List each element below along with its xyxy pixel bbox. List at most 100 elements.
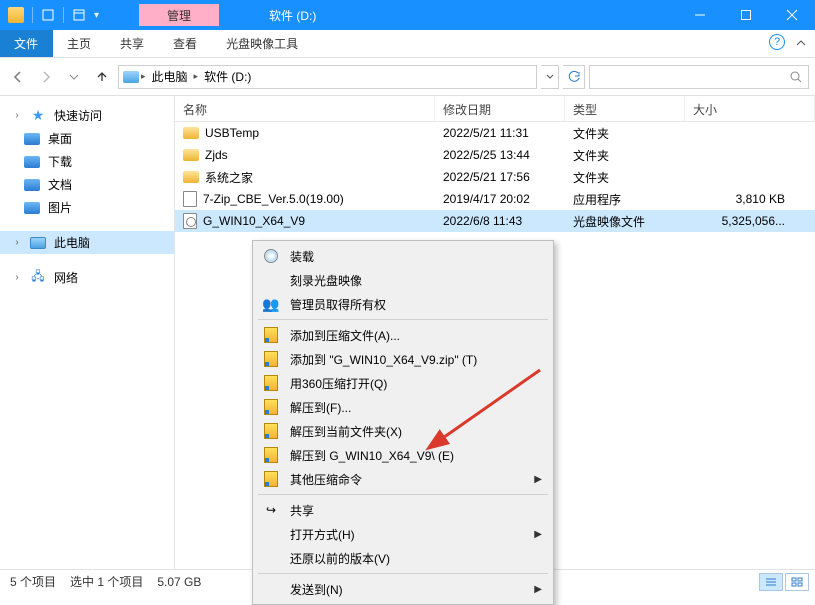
sidebar-item-desktop[interactable]: 桌面 [0, 127, 174, 150]
archive-icon [264, 327, 278, 343]
file-name: G_WIN10_X64_V9 [203, 214, 305, 228]
sidebar-network[interactable]: › 🖧 网络 [0, 266, 174, 289]
status-selection-size: 5.07 GB [157, 575, 201, 589]
contextual-tab-label: 管理 [139, 4, 219, 26]
nav-up-button[interactable] [90, 65, 114, 89]
network-icon: 🖧 [30, 270, 46, 286]
help-icon[interactable]: ? [769, 34, 785, 50]
sidebar-item-label: 文档 [48, 176, 72, 193]
file-row[interactable]: G_WIN10_X64_V92022/6/8 11:43光盘映像文件5,325,… [175, 210, 815, 232]
file-type: 文件夹 [565, 125, 685, 142]
folder-icon [24, 133, 40, 145]
chevron-right-icon: ▶ [534, 529, 542, 540]
breadcrumb-drive[interactable]: 软件 (D:) [200, 68, 255, 85]
menu-item-extract-here[interactable]: 解压到当前文件夹(X) [256, 419, 550, 443]
breadcrumb-this-pc[interactable]: 此电脑 [148, 68, 192, 85]
address-bar: ▸ 此电脑 ▸ 软件 (D:) [0, 58, 815, 96]
menu-item-restore-versions[interactable]: 还原以前的版本(V) [256, 546, 550, 570]
search-input[interactable] [589, 65, 809, 89]
chevron-right-icon[interactable]: › [12, 237, 22, 248]
menu-item-add-to-archive[interactable]: 添加到压缩文件(A)... [256, 323, 550, 347]
menu-item-extract-to-folder[interactable]: 解压到 G_WIN10_X64_V9\ (E) [256, 443, 550, 467]
nav-forward-button[interactable] [34, 65, 58, 89]
archive-icon [264, 423, 278, 439]
column-size[interactable]: 大小 [685, 96, 815, 121]
ribbon-collapse-icon[interactable] [795, 37, 807, 52]
menu-item-open-with[interactable]: 打开方式(H)▶ [256, 522, 550, 546]
sidebar-item-label: 下载 [48, 153, 72, 170]
tab-file[interactable]: 文件 [0, 30, 53, 57]
file-type: 应用程序 [565, 191, 685, 208]
chevron-right-icon[interactable]: ▸ [194, 71, 199, 82]
nav-back-button[interactable] [6, 65, 30, 89]
qat-dropdown-icon[interactable]: ▾ [94, 10, 99, 21]
refresh-button[interactable] [563, 65, 585, 89]
file-date: 2022/6/8 11:43 [435, 214, 565, 228]
breadcrumb[interactable]: ▸ 此电脑 ▸ 软件 (D:) [118, 65, 537, 89]
sidebar-item-documents[interactable]: 文档 [0, 173, 174, 196]
file-row[interactable]: Zjds2022/5/25 13:44文件夹 [175, 144, 815, 166]
computer-icon [30, 237, 46, 249]
view-thumbnails-button[interactable] [785, 573, 809, 591]
star-icon: ★ [30, 108, 46, 124]
file-size: 5,325,056... [685, 214, 815, 228]
archive-icon [264, 447, 278, 463]
column-date[interactable]: 修改日期 [435, 96, 565, 121]
file-date: 2022/5/21 11:31 [435, 126, 565, 140]
context-menu: 装载 刻录光盘映像 👥管理员取得所有权 添加到压缩文件(A)... 添加到 "G… [252, 240, 554, 605]
menu-item-more-archive[interactable]: 其他压缩命令▶ [256, 467, 550, 491]
menu-item-mount[interactable]: 装载 [256, 244, 550, 268]
folder-icon [24, 156, 40, 168]
archive-icon [264, 375, 278, 391]
menu-separator [258, 319, 548, 320]
menu-item-send-to[interactable]: 发送到(N)▶ [256, 577, 550, 601]
archive-icon [264, 399, 278, 415]
sidebar-quick-access[interactable]: › ★ 快速访问 [0, 104, 174, 127]
sidebar-item-label: 图片 [48, 199, 72, 216]
titlebar: ▾ 管理 软件 (D:) [0, 0, 815, 30]
menu-item-extract-to[interactable]: 解压到(F)... [256, 395, 550, 419]
sidebar-this-pc[interactable]: › 此电脑 [0, 231, 174, 254]
file-icon [183, 149, 199, 161]
file-type: 文件夹 [565, 169, 685, 186]
file-date: 2022/5/21 17:56 [435, 170, 565, 184]
file-row[interactable]: 系统之家 2022/5/21 17:56文件夹 [175, 166, 815, 188]
minimize-button[interactable] [677, 0, 723, 30]
sidebar-item-label: 快速访问 [54, 107, 102, 124]
drive-icon [123, 71, 139, 83]
app-icon [8, 7, 24, 23]
disc-icon [264, 249, 278, 263]
qat-pin-icon[interactable] [41, 8, 55, 22]
column-name[interactable]: 名称 [175, 96, 435, 121]
menu-item-admin-ownership[interactable]: 👥管理员取得所有权 [256, 292, 550, 316]
qat-properties-icon[interactable] [72, 8, 86, 22]
chevron-right-icon[interactable]: › [12, 272, 22, 283]
tab-home[interactable]: 主页 [53, 30, 106, 57]
sidebar-item-downloads[interactable]: 下载 [0, 150, 174, 173]
menu-item-share[interactable]: ↪共享 [256, 498, 550, 522]
file-icon [183, 127, 199, 139]
chevron-right-icon[interactable]: ▸ [141, 71, 146, 82]
tab-share[interactable]: 共享 [106, 30, 159, 57]
ribbon-tabs: 文件 主页 共享 查看 光盘映像工具 ? [0, 30, 815, 58]
file-name: 7-Zip_CBE_Ver.5.0(19.00) [203, 192, 344, 206]
folder-icon [24, 202, 40, 214]
nav-recent-dropdown[interactable] [62, 65, 86, 89]
file-row[interactable]: 7-Zip_CBE_Ver.5.0(19.00)2019/4/17 20:02应… [175, 188, 815, 210]
close-button[interactable] [769, 0, 815, 30]
file-name: 系统之家 [205, 169, 253, 186]
tab-disc-tools[interactable]: 光盘映像工具 [212, 30, 313, 57]
menu-item-burn[interactable]: 刻录光盘映像 [256, 268, 550, 292]
view-details-button[interactable] [759, 573, 783, 591]
status-item-count: 5 个项目 [10, 573, 56, 590]
menu-item-add-to-named-zip[interactable]: 添加到 "G_WIN10_X64_V9.zip" (T) [256, 347, 550, 371]
sidebar-item-pictures[interactable]: 图片 [0, 196, 174, 219]
file-row[interactable]: USBTemp2022/5/21 11:31文件夹 [175, 122, 815, 144]
maximize-button[interactable] [723, 0, 769, 30]
menu-item-open-with-360[interactable]: 用360压缩打开(Q) [256, 371, 550, 395]
tab-view[interactable]: 查看 [159, 30, 212, 57]
chevron-right-icon[interactable]: › [12, 110, 22, 121]
column-type[interactable]: 类型 [565, 96, 685, 121]
address-dropdown-icon[interactable] [541, 65, 559, 89]
share-icon: ↪ [262, 501, 280, 519]
